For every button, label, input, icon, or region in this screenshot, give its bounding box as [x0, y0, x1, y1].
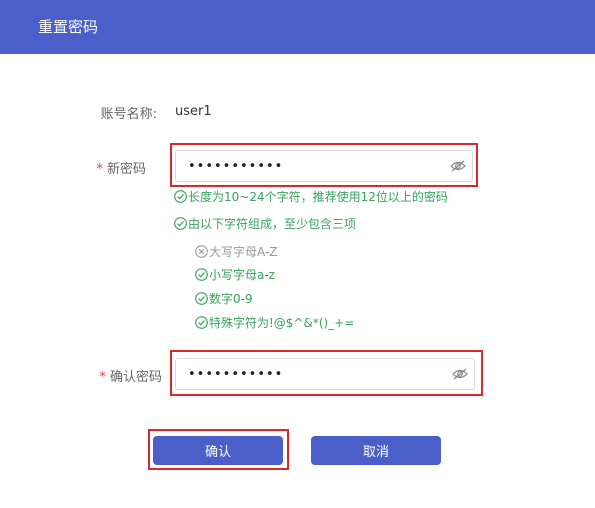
confirm-password-label: * 确认密码 [92, 366, 162, 385]
check-circle-icon [174, 190, 187, 203]
rule-length: 长度为10~24个字符，推荐使用12位以上的密码 [174, 188, 448, 205]
confirm-password-input[interactable]: ••••••••••• [175, 358, 475, 390]
rule-digits-text: 数字0-9 [209, 292, 253, 306]
account-value: user1 [175, 104, 212, 119]
confirm-button[interactable]: 确认 [153, 436, 283, 465]
new-password-input[interactable]: ••••••••••• [175, 150, 473, 182]
check-circle-icon [195, 292, 208, 305]
new-password-label-text: 新密码 [106, 162, 146, 177]
rule-upper: 大写字母A-Z [195, 243, 278, 260]
check-circle-icon [174, 217, 187, 230]
rule-special: 特殊字符为!@$^&*()_+= [195, 314, 354, 331]
rule-lower-text: 小写字母a-z [209, 268, 275, 282]
dialog-header: 重置密码 [0, 0, 595, 54]
dialog-title: 重置密码 [38, 18, 99, 36]
rule-digits: 数字0-9 [195, 290, 253, 307]
rule-upper-text: 大写字母A-Z [209, 245, 278, 259]
check-circle-icon [195, 316, 208, 329]
confirm-password-value: ••••••••••• [188, 366, 284, 382]
eye-off-icon[interactable] [444, 151, 472, 181]
rule-special-text: 特殊字符为!@$^&*()_+= [209, 316, 355, 330]
required-mark: * [99, 370, 106, 385]
eye-off-icon[interactable] [446, 359, 474, 389]
cancel-button[interactable]: 取消 [311, 436, 441, 465]
new-password-value: ••••••••••• [188, 158, 284, 174]
x-circle-icon [195, 245, 208, 258]
rule-compose: 由以下字符组成，至少包含三项 [174, 215, 356, 232]
rule-length-text: 长度为10~24个字符，推荐使用12位以上的密码 [188, 190, 448, 204]
check-circle-icon [195, 268, 208, 281]
confirm-password-label-text: 确认密码 [109, 370, 162, 385]
rule-lower: 小写字母a-z [195, 266, 275, 283]
required-mark: * [96, 162, 103, 177]
account-label: 账号名称: [100, 107, 157, 122]
new-password-label: * 新密码 [76, 158, 146, 177]
rule-compose-text: 由以下字符组成，至少包含三项 [188, 217, 357, 231]
